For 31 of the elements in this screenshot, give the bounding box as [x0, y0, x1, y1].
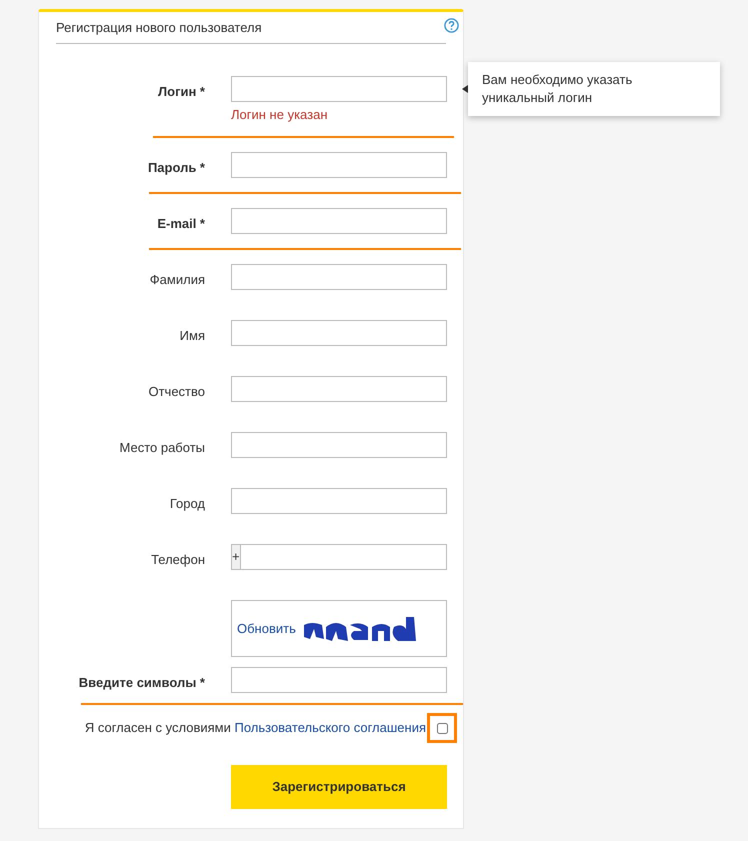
form-title: Регистрация нового пользователя — [56, 19, 262, 37]
phone-field[interactable]: + — [231, 544, 447, 570]
agreement-link[interactable]: Пользовательского соглашения — [234, 720, 426, 736]
field-label: Пароль * — [148, 160, 205, 175]
input-field[interactable] — [231, 432, 447, 458]
help-icon[interactable] — [444, 18, 459, 33]
field-label: Логин * — [158, 84, 205, 98]
register-button[interactable]: Зарегистрироваться — [231, 765, 447, 809]
field-label: Введите символы * — [78, 675, 205, 690]
refresh-link[interactable]: Обновить — [237, 618, 296, 638]
field-label: Телефон — [151, 552, 205, 567]
input-field[interactable] — [231, 376, 447, 402]
tooltip-pointer-icon — [462, 85, 468, 93]
input-field[interactable] — [231, 320, 447, 346]
agreement-checkbox[interactable] — [436, 722, 448, 734]
input-field[interactable] — [231, 488, 447, 514]
agreement-text: Я согласен с условиями Пользовательского соглашения — [84, 719, 426, 738]
input-field[interactable] — [231, 76, 447, 102]
field-label: Имя — [180, 328, 205, 343]
input-field[interactable] — [231, 208, 447, 234]
field-label: Город — [170, 496, 205, 511]
error-message: Логин не указан — [231, 106, 329, 124]
field-label: Отчество — [148, 384, 205, 399]
field-label: Место работы — [119, 440, 205, 455]
input-field[interactable] — [231, 667, 447, 693]
field-label: E-mail * — [157, 216, 205, 231]
input-field[interactable] — [231, 152, 447, 178]
input-field[interactable] — [231, 264, 447, 290]
field-label: Фамилия — [150, 272, 205, 287]
tooltip: Вам необходимо указать уникальный логин — [468, 62, 720, 116]
phone-prefix: + — [232, 545, 241, 569]
